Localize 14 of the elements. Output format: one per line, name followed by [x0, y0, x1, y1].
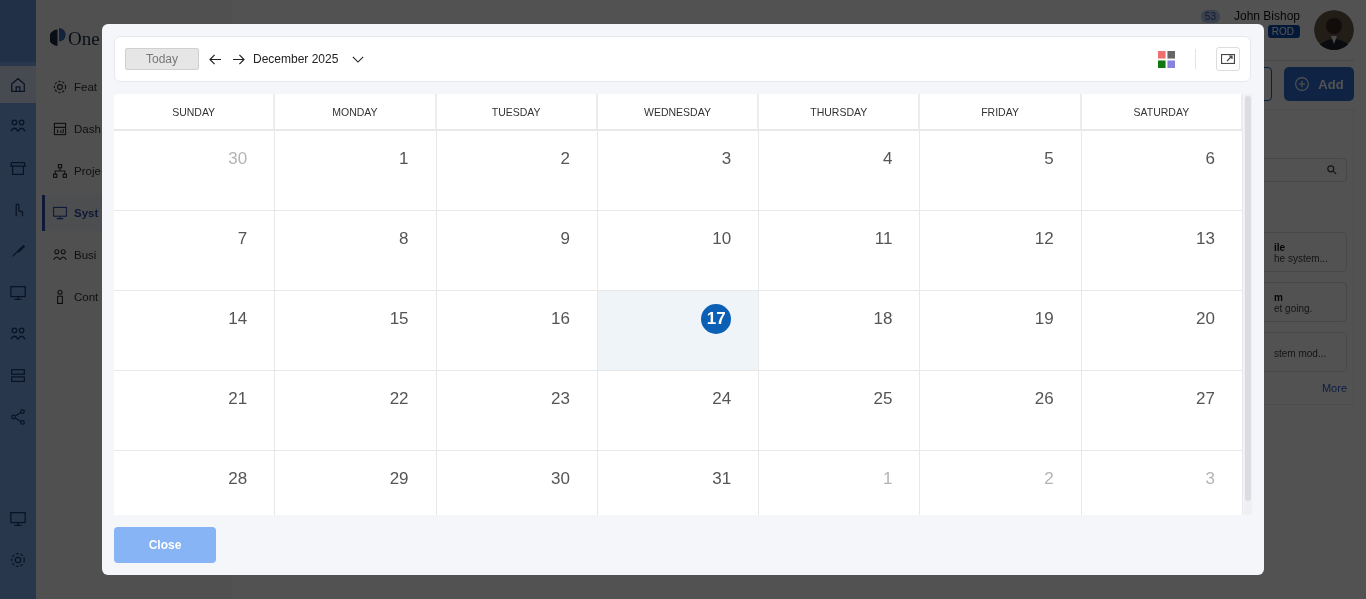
weekday-header: FRIDAY	[920, 94, 1082, 129]
weekday-header: SUNDAY	[114, 94, 276, 129]
weekday-header: WEDNESDAY	[597, 94, 760, 129]
month-label: December 2025	[253, 52, 339, 66]
card-text: stem mod...	[1274, 347, 1328, 359]
environment-badge: ROD	[1267, 25, 1300, 38]
logo-text: One	[68, 28, 100, 50]
card-title: ile	[1274, 242, 1287, 253]
weekday-header: THURSDAY	[759, 94, 921, 129]
card-text: he system...	[1274, 253, 1329, 264]
weekday-header: TUESDAY	[436, 94, 598, 129]
card-title: m	[1274, 292, 1284, 303]
user-name: John Bishop	[1233, 9, 1300, 23]
weekday-header: MONDAY	[275, 94, 437, 129]
